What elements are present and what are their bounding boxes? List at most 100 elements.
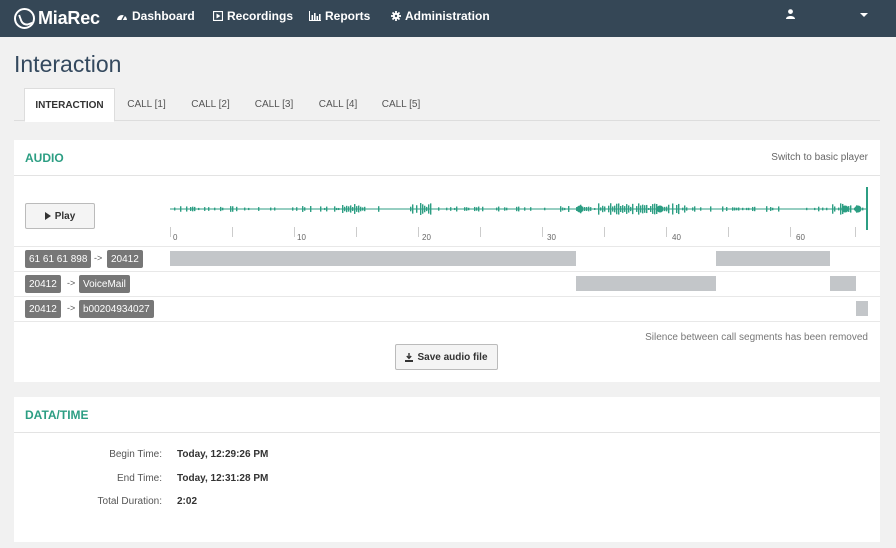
waveform-peak — [646, 204, 648, 214]
waveform-peak — [346, 205, 348, 213]
brand-logo[interactable]: MiaRec — [14, 6, 100, 31]
waveform-peak — [652, 204, 654, 214]
waveform-peak — [236, 206, 238, 212]
waveform-peak — [194, 206, 196, 212]
tab-call-1[interactable]: CALL [1] — [120, 88, 173, 121]
waveform-peak — [838, 207, 840, 211]
call-row[interactable]: 20412 -> b00204934027 — [14, 296, 880, 322]
waveform-peak — [564, 207, 566, 211]
nav-administration[interactable]: Administration — [391, 7, 490, 25]
waveform-peak — [438, 207, 440, 211]
call-row[interactable]: 61 61 61 898 -> 20412 — [14, 246, 880, 271]
ruler-label: 60 — [796, 233, 805, 242]
waveform-peak — [190, 207, 192, 211]
waveform-peak — [746, 207, 748, 211]
from-number-badge: 20412 — [25, 300, 61, 318]
waveform-peak — [822, 207, 824, 211]
nav-dashboard[interactable]: Dashboard — [116, 7, 195, 25]
waveform-peak — [454, 207, 456, 211]
audio-panel: AUDIO Switch to basic player Play 0 10 2… — [14, 140, 880, 382]
waveform-peak — [594, 207, 596, 211]
waveform-peak — [640, 205, 642, 213]
waveform-peak — [430, 203, 432, 215]
ruler-label: 30 — [547, 233, 556, 242]
waveform-peak — [862, 207, 864, 211]
waveform-peak — [624, 206, 626, 212]
waveform-peak — [244, 207, 246, 211]
waveform-peak — [854, 205, 862, 213]
to-number-badge: 20412 — [107, 250, 143, 268]
datetime-panel: DATA/TIME Begin Time: Today, 12:29:26 PM… — [14, 397, 880, 542]
waveform-peak — [350, 205, 352, 213]
waveform-peak — [208, 207, 210, 211]
waveform-peak — [348, 206, 350, 212]
call-segment[interactable] — [170, 251, 576, 266]
ruler-label: 10 — [297, 233, 306, 242]
tab-call-2[interactable]: CALL [2] — [183, 88, 238, 121]
gear-icon — [391, 11, 401, 21]
call-segment[interactable] — [830, 276, 856, 291]
page-title: Interaction — [14, 51, 122, 77]
waveform-peak — [410, 206, 412, 212]
ruler-tick — [480, 227, 481, 237]
switch-basic-player-link[interactable]: Switch to basic player — [771, 152, 868, 163]
waveform-peak — [630, 206, 632, 212]
waveform-peak — [468, 207, 470, 211]
tab-call-4[interactable]: CALL [4] — [311, 88, 365, 121]
total-duration-label: Total Duration: — [97, 496, 162, 507]
nav-reports[interactable]: Reports — [309, 7, 370, 25]
ruler-tick — [542, 227, 543, 237]
waveform-peak — [498, 206, 500, 212]
waveform-peak — [726, 207, 728, 211]
ruler-tick — [855, 227, 856, 237]
play-icon — [44, 212, 51, 220]
caret-down-icon[interactable] — [860, 13, 868, 17]
from-number-badge: 20412 — [25, 275, 61, 293]
waveform-peak — [608, 205, 610, 213]
waveform-peak — [834, 206, 836, 212]
tab-call-5[interactable]: CALL [5] — [374, 88, 428, 121]
play-button[interactable]: Play — [25, 203, 95, 229]
waveform-peak — [748, 207, 750, 211]
ruler-tick — [356, 227, 357, 237]
waveform-peak — [524, 207, 526, 211]
waveform-peak — [684, 205, 686, 213]
waveform-peak — [192, 206, 194, 212]
waveform-peak — [220, 206, 222, 212]
user-icon[interactable] — [786, 9, 795, 19]
save-audio-button[interactable]: Save audio file — [395, 344, 498, 370]
waveform-peak — [692, 207, 694, 211]
call-segment[interactable] — [856, 301, 868, 316]
waveform-peak — [302, 206, 304, 212]
datetime-title: DATA/TIME — [25, 408, 89, 422]
waveform-peak — [422, 204, 424, 214]
waveform-peak — [628, 205, 630, 213]
waveform-peak — [198, 207, 200, 211]
waveform-peak — [424, 205, 426, 213]
tab-call-3[interactable]: CALL [3] — [247, 88, 301, 121]
nav-recordings[interactable]: Recordings — [213, 7, 293, 25]
tab-interaction[interactable]: INTERACTION — [24, 88, 115, 122]
waveform-peak — [364, 206, 366, 212]
waveform-peak — [766, 206, 768, 212]
waveform-peak — [672, 203, 674, 215]
waveform-peak — [412, 204, 414, 214]
waveform-peak — [678, 203, 680, 215]
waveform-peak — [360, 206, 362, 212]
interaction-tabs: INTERACTION CALL [1] CALL [2] CALL [3] C… — [14, 88, 880, 122]
call-segment[interactable] — [576, 276, 716, 291]
ruler-label: 0 — [173, 233, 178, 242]
call-segment[interactable] — [716, 251, 830, 266]
audio-title: AUDIO — [25, 151, 64, 165]
waveform-peak — [841, 205, 849, 213]
waveform-peak — [232, 206, 234, 212]
nav-recordings-label: Recordings — [227, 9, 294, 23]
waveform-peak — [772, 207, 774, 211]
nav-administration-label: Administration — [405, 9, 490, 23]
waveform-peak — [590, 207, 592, 211]
waveform-peak — [754, 206, 756, 212]
call-row[interactable]: 20412 -> VoiceMail — [14, 271, 880, 296]
waveform-peak — [326, 206, 328, 212]
waveform-peak — [518, 206, 520, 212]
waveform-peak — [304, 207, 306, 211]
